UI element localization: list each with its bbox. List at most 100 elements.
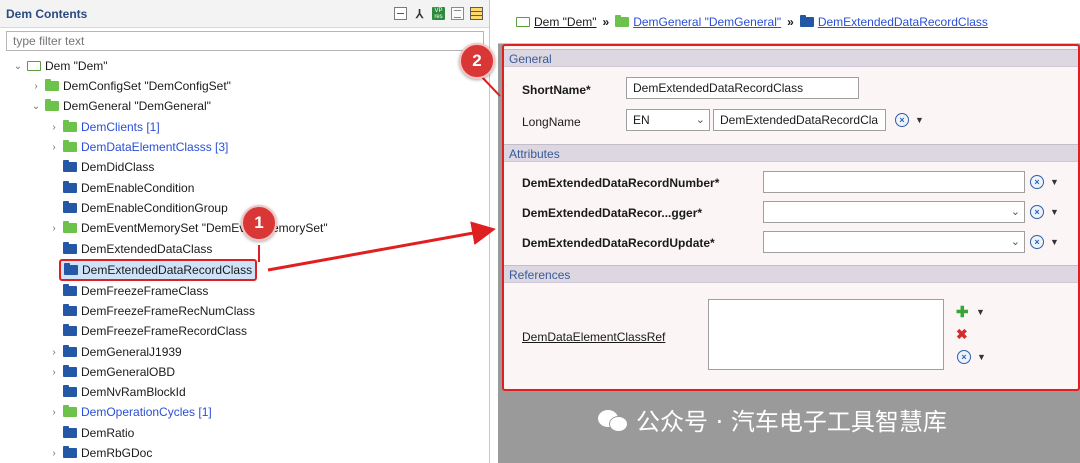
breadcrumb-separator-icon: » xyxy=(602,14,610,29)
container-icon xyxy=(63,324,77,336)
tree-item-label: DemClients [1] xyxy=(81,120,160,134)
tree-item-demnvramblockid[interactable]: DemNvRamBlockId xyxy=(48,382,186,402)
chevron-down-icon[interactable]: ⌄ xyxy=(12,61,24,72)
dataelementclassref-link[interactable]: DemDataElementClassRef xyxy=(522,330,665,344)
tree-item-dem[interactable]: ⌄ Dem "Dem" xyxy=(12,56,108,76)
dropdown-arrow-icon[interactable]: ▼ xyxy=(1050,237,1059,247)
attributes-section: Attributes DemExtendedDataRecordNumber* … xyxy=(504,144,1078,262)
tree-item-label: DemGeneralOBD xyxy=(81,365,176,379)
chevron-right-icon[interactable]: › xyxy=(48,407,60,418)
record-number-label: DemExtendedDataRecordNumber* xyxy=(522,176,720,190)
container-icon xyxy=(63,242,77,254)
tree-item-demratio[interactable]: DemRatio xyxy=(48,423,134,443)
tree-item-label: DemNvRamBlockId xyxy=(81,385,186,399)
link-with-editor-icon[interactable]: ⅄ xyxy=(413,7,426,21)
collapse-all-icon[interactable] xyxy=(394,7,407,20)
general-section-header[interactable]: General xyxy=(504,49,1078,67)
tree-item-demextendeddatarecordclass[interactable]: DemExtendedDataRecordClass xyxy=(59,259,258,281)
tree-item-demdidclass[interactable]: DemDidClass xyxy=(48,157,154,177)
tree-item-demclients[interactable]: › DemClients [1] xyxy=(48,117,160,137)
dropdown-arrow-icon[interactable]: ▼ xyxy=(976,307,985,317)
record-update-label: DemExtendedDataRecordUpdate* xyxy=(522,236,715,250)
reset-value-icon[interactable]: × xyxy=(957,350,971,364)
delete-reference-icon[interactable]: ✖ xyxy=(956,326,968,343)
reset-value-icon[interactable]: × xyxy=(1030,175,1044,189)
container-editor-form: General ShortName* DemExtendedDataRecord… xyxy=(502,44,1080,391)
references-section: References DemDataElementClassRef ✚ ▼ ✖ … xyxy=(504,265,1078,389)
table-view-icon[interactable] xyxy=(470,7,483,20)
record-update-select[interactable]: ⌄ xyxy=(763,231,1025,253)
tree-item-demconfigset[interactable]: › DemConfigSet "DemConfigSet" xyxy=(30,76,231,96)
tree-item-demdataelementclasss[interactable]: › DemDataElementClasss [3] xyxy=(48,137,228,157)
attributes-section-header[interactable]: Attributes xyxy=(504,144,1078,162)
wechat-icon xyxy=(598,408,628,432)
folder-icon xyxy=(63,140,77,152)
watermark: 公众号 · 汽车电子工具智慧库 xyxy=(598,402,947,437)
tree-item-demenablecondition[interactable]: DemEnableCondition xyxy=(48,178,194,198)
longname-input[interactable]: DemExtendedDataRecordCla xyxy=(713,109,886,131)
container-icon xyxy=(63,446,77,458)
reference-list[interactable] xyxy=(708,299,944,370)
dropdown-arrow-icon[interactable]: ▼ xyxy=(977,352,986,362)
folder-icon xyxy=(615,14,630,27)
tree-item-demextendeddataclass[interactable]: DemExtendedDataClass xyxy=(48,239,212,259)
breadcrumb-item-current[interactable]: DemExtendedDataRecordClass xyxy=(818,15,988,29)
chevron-right-icon[interactable]: › xyxy=(48,347,60,358)
dropdown-arrow-icon[interactable]: ▼ xyxy=(1050,177,1059,187)
chevron-right-icon[interactable]: › xyxy=(48,223,60,234)
tree-item-label: DemExtendedDataRecordClass xyxy=(82,263,253,277)
tree-item-demgeneralobd[interactable]: › DemGeneralOBD xyxy=(48,362,175,382)
shortname-label: ShortName* xyxy=(522,83,591,97)
callout-badge-2: 2 xyxy=(459,43,495,79)
folder-icon xyxy=(45,79,59,91)
record-trigger-select[interactable]: ⌄ xyxy=(763,201,1025,223)
vp-res-icon[interactable]: VP res xyxy=(432,7,445,20)
tree-item-demoperationcycles[interactable]: › DemOperationCycles [1] xyxy=(48,402,212,422)
add-reference-icon[interactable]: ✚ xyxy=(956,303,969,321)
container-icon xyxy=(63,201,77,213)
dropdown-arrow-icon[interactable]: ▼ xyxy=(1050,207,1059,217)
chevron-right-icon[interactable]: › xyxy=(48,448,60,459)
breadcrumb-item-dem[interactable]: Dem "Dem" xyxy=(534,15,597,29)
shortname-input[interactable]: DemExtendedDataRecordClass xyxy=(626,77,859,99)
chevron-right-icon[interactable]: › xyxy=(30,81,42,92)
record-number-input[interactable] xyxy=(763,171,1025,193)
reset-value-icon[interactable]: × xyxy=(1030,235,1044,249)
folder-icon xyxy=(45,99,59,111)
language-value: EN xyxy=(633,113,650,127)
tree-item-demfreezeframerecnumclass[interactable]: DemFreezeFrameRecNumClass xyxy=(48,301,255,321)
chevron-down-icon[interactable]: ⌄ xyxy=(30,101,42,112)
chevron-right-icon[interactable]: › xyxy=(48,367,60,378)
chevron-down-icon: ⌄ xyxy=(695,114,705,126)
tree-item-label: DemGeneral "DemGeneral" xyxy=(63,99,211,113)
tree-item-label: DemFreezeFrameRecNumClass xyxy=(81,304,256,318)
tree-item-demrbgdoc[interactable]: › DemRbGDoc xyxy=(48,443,152,463)
dropdown-arrow-icon[interactable]: ▼ xyxy=(915,115,924,125)
reset-value-icon[interactable]: × xyxy=(1030,205,1044,219)
tree-item-demgeneral[interactable]: ⌄ DemGeneral "DemGeneral" xyxy=(30,96,211,116)
tree-item-label: DemConfigSet "DemConfigSet" xyxy=(63,79,231,93)
panel-title: Dem Contents xyxy=(6,6,88,21)
chevron-right-icon[interactable]: › xyxy=(48,122,60,133)
tree-item-demfreezeframeclass[interactable]: DemFreezeFrameClass xyxy=(48,281,208,301)
tree-item-demfreezeframerecordclass[interactable]: DemFreezeFrameRecordClass xyxy=(48,321,247,341)
folder-icon xyxy=(63,405,77,417)
folder-icon xyxy=(63,221,77,233)
module-icon xyxy=(27,61,41,71)
watermark-text: 公众号 · 汽车电子工具智慧库 xyxy=(636,408,947,436)
tree-item-demeventmemoryset[interactable]: › DemEventMemorySet "DemEventMemorySet" xyxy=(48,218,328,238)
container-icon xyxy=(63,304,77,316)
panel-header: Dem Contents ⅄ VP res xyxy=(0,0,489,28)
container-icon xyxy=(63,345,77,357)
document-icon[interactable] xyxy=(451,7,464,20)
tree-item-demgeneralj1939[interactable]: › DemGeneralJ1939 xyxy=(48,342,182,362)
breadcrumb-item-demgeneral[interactable]: DemGeneral "DemGeneral" xyxy=(633,15,781,29)
reset-value-icon[interactable]: × xyxy=(895,113,909,127)
container-icon xyxy=(64,263,78,275)
tree-item-demenableconditiongroup[interactable]: DemEnableConditionGroup xyxy=(48,198,228,218)
language-select[interactable]: EN ⌄ xyxy=(626,109,710,131)
references-section-header[interactable]: References xyxy=(504,265,1078,283)
chevron-right-icon[interactable]: › xyxy=(48,142,60,153)
container-icon xyxy=(63,365,77,377)
tree-filter-input[interactable] xyxy=(6,31,484,51)
